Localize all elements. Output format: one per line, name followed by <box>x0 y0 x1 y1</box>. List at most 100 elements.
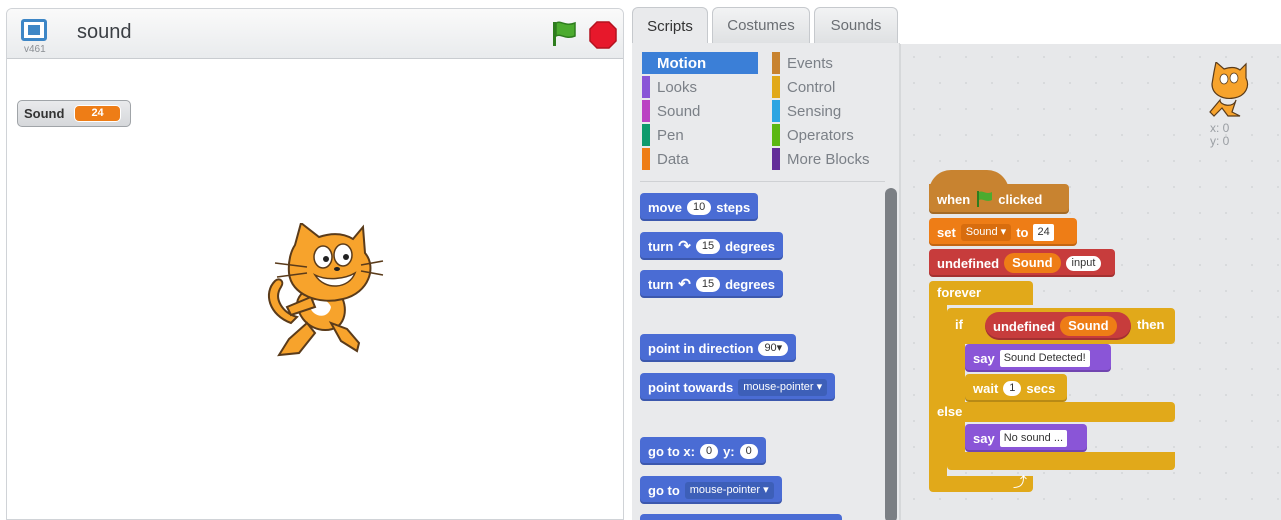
block-say-detected[interactable]: say Sound Detected! <box>965 344 1111 372</box>
palette-scrollbar[interactable] <box>885 188 897 520</box>
category-swatch <box>772 124 780 146</box>
rotate-right-icon: ↷ <box>678 238 691 255</box>
block-glide-partial[interactable] <box>640 514 842 520</box>
block-text: say <box>973 350 995 366</box>
block-input[interactable]: 10 <box>686 199 712 215</box>
category-label: Operators <box>787 126 854 144</box>
value-input[interactable]: 24 <box>1033 223 1054 241</box>
category-swatch <box>772 148 780 170</box>
block-wait[interactable]: wait 1 secs <box>965 374 1067 402</box>
variable-monitor[interactable]: Sound 24 <box>17 100 131 127</box>
tab-costumes[interactable]: Costumes <box>712 7 810 43</box>
y-coordinate: y: 0 <box>1210 134 1230 148</box>
block-text: degrees <box>725 238 775 254</box>
sound-reporter[interactable]: Sound <box>1060 316 1117 336</box>
block-text: to <box>1016 224 1029 240</box>
if-else-bottom <box>947 452 1175 470</box>
block-text: undefined <box>993 318 1056 334</box>
variable-dropdown[interactable]: Sound ▾ <box>960 223 1012 241</box>
say-text-input[interactable]: Sound Detected! <box>999 349 1090 367</box>
stage-canvas[interactable]: Sound 24 <box>7 59 623 519</box>
target-dropdown[interactable]: mouse-pointer ▾ <box>684 481 774 499</box>
block-text: go to x: <box>648 443 695 459</box>
monitor-label: Sound <box>24 106 65 121</box>
block-text: point in direction <box>648 340 754 356</box>
else-bar <box>947 402 1175 422</box>
block-turn-right[interactable]: turn ↷ 15 degrees <box>640 232 783 260</box>
block-palette: Motion Looks Sound Pen Data Events Contr… <box>632 43 900 520</box>
block-text: undefined <box>937 255 1000 271</box>
category-more-blocks[interactable]: More Blocks <box>772 148 888 170</box>
category-operators[interactable]: Operators <box>772 124 888 146</box>
forever-arm <box>929 304 947 484</box>
fullscreen-icon[interactable] <box>21 19 47 41</box>
say-text-input[interactable]: No sound ... <box>999 429 1068 447</box>
forever-label: forever <box>937 285 982 300</box>
category-sound[interactable]: Sound <box>642 100 758 122</box>
category-swatch <box>642 100 650 122</box>
input-param[interactable]: input <box>1065 255 1102 271</box>
wait-input[interactable]: 1 <box>1003 380 1022 396</box>
stage-panel: v461 sound Sound 24 <box>6 8 624 520</box>
sprite-thumbnail-icon <box>1209 62 1249 117</box>
block-go-to[interactable]: go to mouse-pointer ▾ <box>640 476 782 504</box>
block-text: turn <box>648 238 674 254</box>
block-turn-left[interactable]: turn ↶ 15 degrees <box>640 270 783 298</box>
if-label: if <box>955 317 963 332</box>
condition-custom-undefined[interactable]: undefined Sound <box>985 312 1131 340</box>
category-label: Pen <box>657 126 684 144</box>
block-text: go to <box>648 482 680 498</box>
target-dropdown[interactable]: mouse-pointer ▾ <box>738 378 828 396</box>
block-text: secs <box>1026 380 1056 396</box>
green-flag-icon[interactable] <box>548 20 578 48</box>
palette-divider <box>640 181 885 182</box>
y-input[interactable]: 0 <box>739 443 758 459</box>
block-input[interactable]: 15 <box>695 238 721 254</box>
block-set-variable[interactable]: set Sound ▾ to 24 <box>929 218 1077 246</box>
block-text: steps <box>716 199 751 215</box>
block-when-flag-clicked[interactable]: when clicked <box>929 184 1069 214</box>
block-move[interactable]: move 10 steps <box>640 193 759 221</box>
block-text: move <box>648 199 682 215</box>
else-label: else <box>937 404 963 419</box>
scratch-editor: v461 sound Sound 24 Scripts Costumes Sou… <box>0 0 1281 520</box>
stage-header: v461 sound <box>7 9 623 59</box>
category-sensing[interactable]: Sensing <box>772 100 888 122</box>
block-text: degrees <box>725 276 775 292</box>
block-text: set <box>937 224 956 240</box>
category-label: More Blocks <box>787 150 870 168</box>
project-title[interactable]: sound <box>77 21 132 44</box>
category-label: Sensing <box>787 102 842 120</box>
category-pen[interactable]: Pen <box>642 124 758 146</box>
direction-dropdown[interactable]: 90▾ <box>758 340 789 356</box>
version-label: v461 <box>24 44 46 55</box>
block-point-towards[interactable]: point towards mouse-pointer ▾ <box>640 373 836 401</box>
script-area[interactable]: x: 0 y: 0 when clicked set Sound ▾ to 24… <box>900 44 1281 520</box>
category-looks[interactable]: Looks <box>642 76 758 98</box>
block-point-in-direction[interactable]: point in direction 90▾ <box>640 334 797 362</box>
category-motion[interactable]: Motion <box>642 52 758 74</box>
category-swatch <box>642 148 650 170</box>
block-say-no-sound[interactable]: say No sound ... <box>965 424 1087 452</box>
sound-reporter[interactable]: Sound <box>1004 253 1061 273</box>
monitor-value: 24 <box>74 105 121 122</box>
block-go-to-xy[interactable]: go to x: 0 y: 0 <box>640 437 766 465</box>
block-text: point towards <box>648 379 734 395</box>
x-input[interactable]: 0 <box>699 443 719 459</box>
stop-icon[interactable] <box>589 21 617 49</box>
forever-bottom: ⤴ <box>929 474 1033 492</box>
category-events[interactable]: Events <box>772 52 888 74</box>
tab-sounds[interactable]: Sounds <box>814 7 898 43</box>
block-custom-undefined[interactable]: undefined Sound input <box>929 249 1115 277</box>
block-text: clicked <box>998 191 1043 207</box>
category-control[interactable]: Control <box>772 76 888 98</box>
category-data[interactable]: Data <box>642 148 758 170</box>
rotate-left-icon: ↶ <box>678 276 691 293</box>
category-swatch <box>772 52 780 74</box>
category-label: Control <box>787 78 836 96</box>
then-label: then <box>1137 317 1165 332</box>
green-flag-icon <box>977 191 993 207</box>
cat-sprite[interactable] <box>257 223 387 359</box>
block-input[interactable]: 15 <box>695 276 721 292</box>
tab-scripts[interactable]: Scripts <box>632 7 708 44</box>
